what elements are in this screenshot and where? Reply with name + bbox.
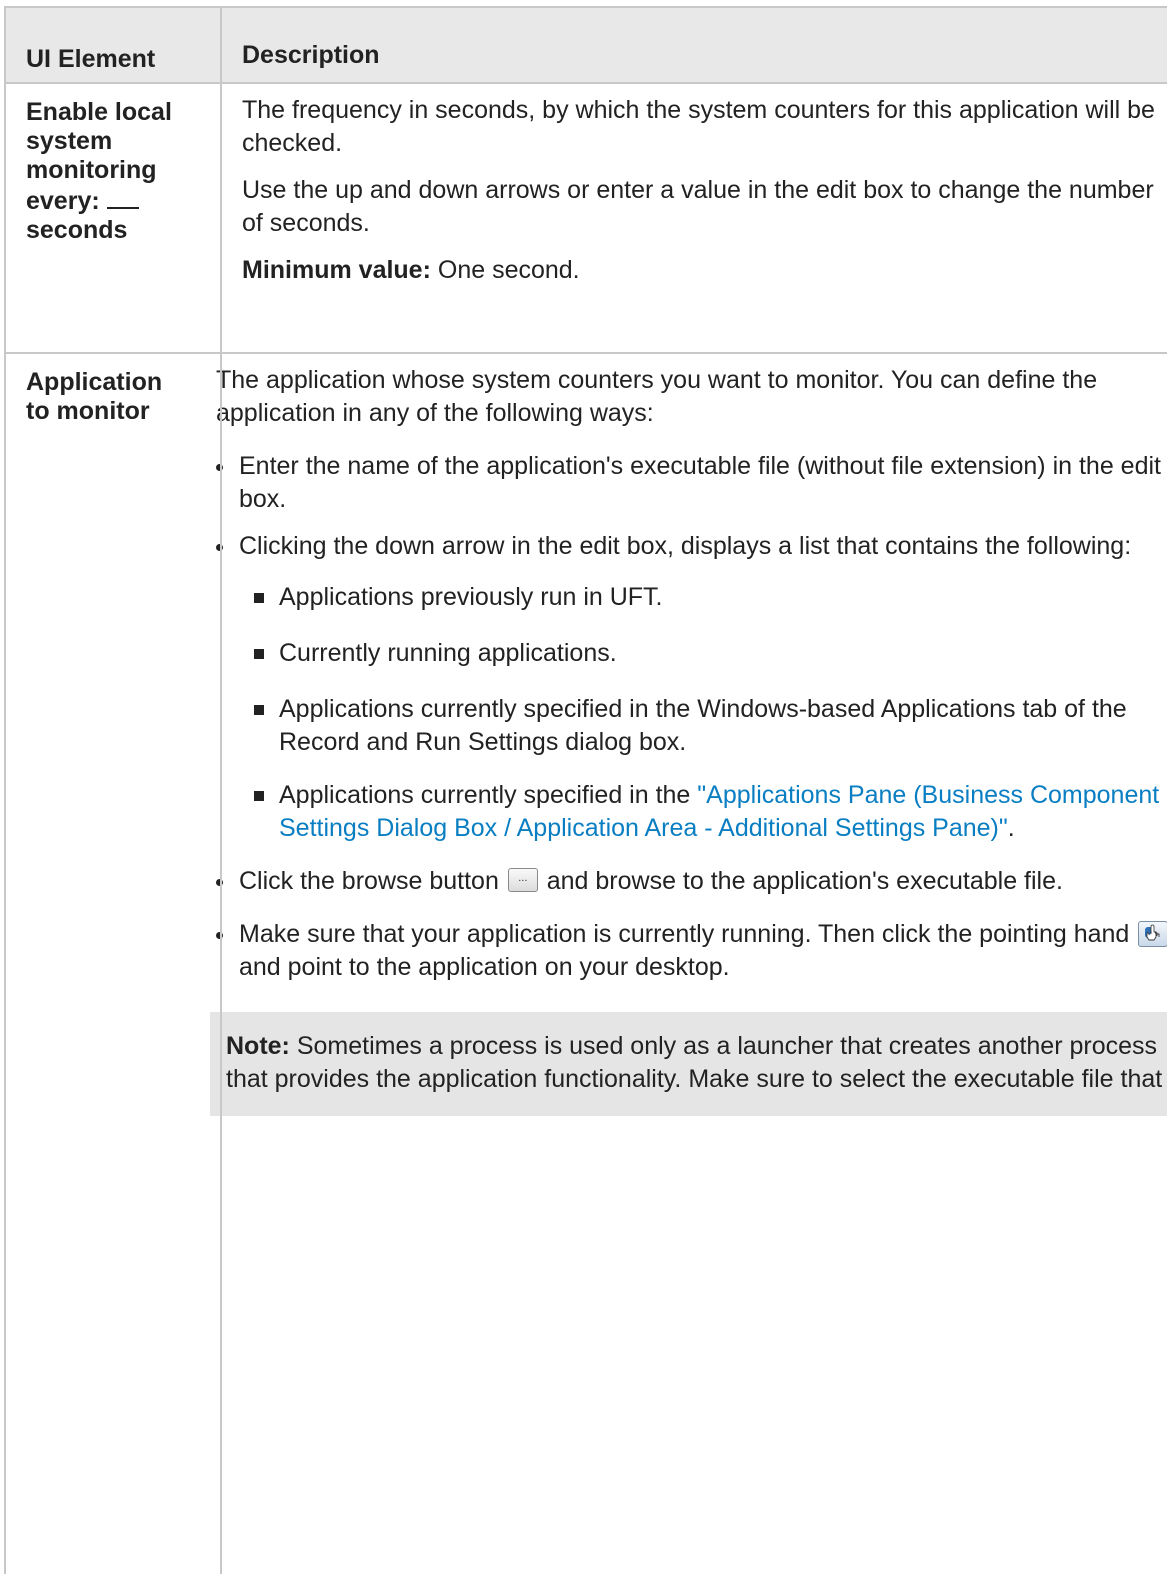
list-item-text: Make sure that your application is curre… — [239, 918, 1167, 984]
sub-list-item: Applications currently specified in the … — [254, 693, 1167, 759]
header-description: Description — [242, 41, 380, 69]
note-label: Note: — [226, 1032, 290, 1060]
minimum-value-line: Minimum value: One second. — [242, 254, 1167, 287]
sub-list-item-text: Applications previously run in UFT. — [279, 583, 663, 611]
description-paragraph: The application whose system counters yo… — [216, 366, 1098, 427]
sub-list-item: Applications currently specified in the … — [254, 779, 1167, 845]
pointing-hand-glyph — [1145, 924, 1160, 941]
row-element-name: Enable local system monitoring every: se… — [6, 84, 220, 352]
list-item: Make sure that your application is curre… — [216, 918, 1167, 984]
list-item-text: Clicking the down arrow in the edit box,… — [239, 532, 1132, 560]
list-item-suffix: and browse to the application's executab… — [539, 867, 1063, 895]
browse-button-icon: ... — [507, 868, 538, 892]
note-box: Note: Sometimes a process is used only a… — [210, 1012, 1167, 1116]
table-row: Application to monitor The application w… — [6, 354, 1167, 1574]
sub-list-item-text: Currently running applications. — [279, 639, 617, 667]
row-element-name: Application to monitor — [26, 368, 163, 425]
sub-list-item-text: Applications currently specified in the … — [279, 695, 1127, 756]
list-item: Clicking the down arrow in the edit box,… — [216, 530, 1167, 563]
sub-list-item: Applications previously run in UFT. — [254, 581, 1167, 614]
list-item: Enter the name of the application's exec… — [216, 450, 1167, 516]
list-item-suffix: and point to the application on your des… — [239, 953, 730, 981]
list-item-prefix: Click the browse button — [239, 867, 506, 895]
table-row: Enable local system monitoring every: se… — [6, 84, 1167, 354]
note-text: Sometimes a process is used only as a la… — [226, 1032, 1163, 1093]
list-item-prefix: Make sure that your application is curre… — [239, 920, 1137, 948]
description-paragraph: Use the up and down arrows or enter a va… — [242, 176, 1154, 237]
value-blank — [106, 185, 139, 209]
sub-list-item-prefix: Applications currently specified in the — [279, 781, 698, 809]
header-ui-element: UI Element — [26, 45, 156, 73]
pointing-hand-icon — [1138, 921, 1167, 947]
element-name-suffix: seconds — [26, 216, 128, 244]
list-item-text: Enter the name of the application's exec… — [239, 452, 1161, 513]
ui-element-table: UI Element Description Enable local syst… — [4, 6, 1167, 1574]
description-paragraph: The frequency in seconds, by which the s… — [242, 96, 1155, 157]
minimum-value-text: One second. — [430, 256, 580, 284]
column-divider — [220, 84, 222, 352]
list-item-text: Click the browse button ... and browse t… — [239, 865, 1167, 898]
column-divider — [220, 354, 222, 1574]
element-name-prefix: Enable local system monitoring every: — [26, 98, 172, 215]
row-description: The frequency in seconds, by which the s… — [220, 84, 1167, 352]
sub-list-item-text: Applications currently specified in the … — [279, 779, 1167, 845]
column-divider — [220, 8, 222, 82]
square-bullet-icon — [254, 791, 264, 801]
table-header: UI Element Description — [6, 6, 1167, 84]
square-bullet-icon — [254, 593, 264, 603]
minimum-value-label: Minimum value: — [242, 256, 431, 284]
square-bullet-icon — [254, 649, 264, 659]
sub-list-item-suffix: . — [1007, 814, 1015, 842]
browse-button-label: ... — [518, 872, 528, 884]
square-bullet-icon — [254, 705, 264, 715]
sub-list-item: Currently running applications. — [254, 637, 1167, 670]
row-description: The application whose system counters yo… — [194, 354, 1167, 1574]
list-item: Click the browse button ... and browse t… — [216, 865, 1167, 898]
